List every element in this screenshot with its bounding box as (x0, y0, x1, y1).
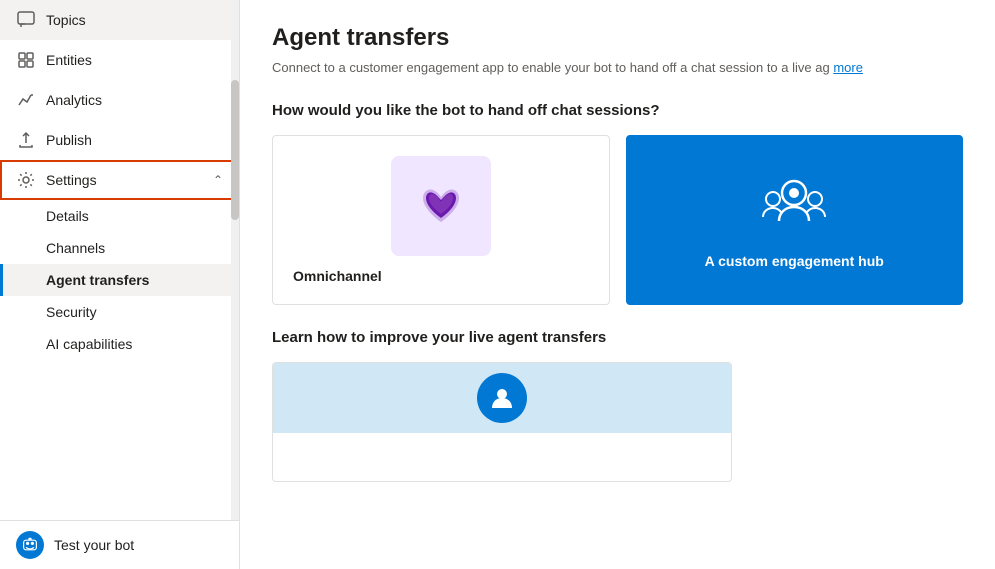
omnichannel-logo-container (391, 156, 491, 256)
sidebar-label-publish: Publish (46, 132, 92, 148)
sidebar-sub-label-details: Details (46, 208, 89, 224)
sidebar: Topics Entities (0, 0, 240, 569)
scroll-thumb[interactable] (231, 80, 239, 220)
custom-hub-card-label: A custom engagement hub (705, 253, 884, 269)
section2-title: Learn how to improve your live agent tra… (272, 329, 963, 346)
sidebar-item-publish[interactable]: Publish (0, 120, 239, 160)
sidebar-label-settings: Settings (46, 172, 97, 188)
omnichannel-card[interactable]: Omnichannel (272, 135, 610, 305)
sidebar-sub-label-ai-capabilities: AI capabilities (46, 336, 132, 352)
cards-row: Omnichannel A custom engagement hub (272, 135, 963, 305)
bot-avatar (16, 531, 44, 559)
page-subtitle: Connect to a customer engagement app to … (272, 58, 963, 78)
scroll-track (231, 0, 239, 520)
subtitle-link[interactable]: more (833, 60, 863, 75)
sidebar-sub-item-details[interactable]: Details (0, 200, 239, 232)
sidebar-nav: Topics Entities (0, 0, 239, 360)
sidebar-label-entities: Entities (46, 52, 92, 68)
omnichannel-logo (411, 176, 471, 236)
sidebar-item-settings[interactable]: Settings ⌃ (0, 160, 239, 200)
sidebar-sub-label-channels: Channels (46, 240, 105, 256)
hub-icon (759, 171, 829, 241)
sidebar-item-topics[interactable]: Topics (0, 0, 239, 40)
publish-icon (16, 130, 36, 150)
sidebar-label-topics: Topics (46, 12, 86, 28)
learn-card[interactable] (272, 362, 732, 482)
sidebar-sub-item-agent-transfers[interactable]: Agent transfers (0, 264, 239, 296)
subtitle-text: Connect to a customer engagement app to … (272, 60, 830, 75)
sidebar-sub-item-channels[interactable]: Channels (0, 232, 239, 264)
section1-title: How would you like the bot to hand off c… (272, 102, 963, 119)
sidebar-sub-item-ai-capabilities[interactable]: AI capabilities (0, 328, 239, 360)
sidebar-item-entities[interactable]: Entities (0, 40, 239, 80)
custom-hub-card[interactable]: A custom engagement hub (626, 135, 964, 305)
analytics-icon (16, 90, 36, 110)
chevron-up-icon: ⌃ (213, 173, 223, 187)
omnichannel-card-label: Omnichannel (293, 268, 589, 284)
person-icon (477, 373, 527, 423)
test-your-bot-label: Test your bot (54, 537, 134, 553)
sidebar-item-analytics[interactable]: Analytics (0, 80, 239, 120)
sidebar-sub-label-agent-transfers: Agent transfers (46, 272, 149, 288)
main-content: Agent transfers Connect to a customer en… (240, 0, 995, 569)
test-your-bot-button[interactable]: Test your bot (0, 520, 239, 569)
entities-icon (16, 50, 36, 70)
sidebar-sub-label-security: Security (46, 304, 97, 320)
learn-card-image (273, 363, 731, 433)
sidebar-sub-item-security[interactable]: Security (0, 296, 239, 328)
settings-icon (16, 170, 36, 190)
chat-icon (16, 10, 36, 30)
page-title: Agent transfers (272, 24, 963, 52)
sidebar-label-analytics: Analytics (46, 92, 102, 108)
